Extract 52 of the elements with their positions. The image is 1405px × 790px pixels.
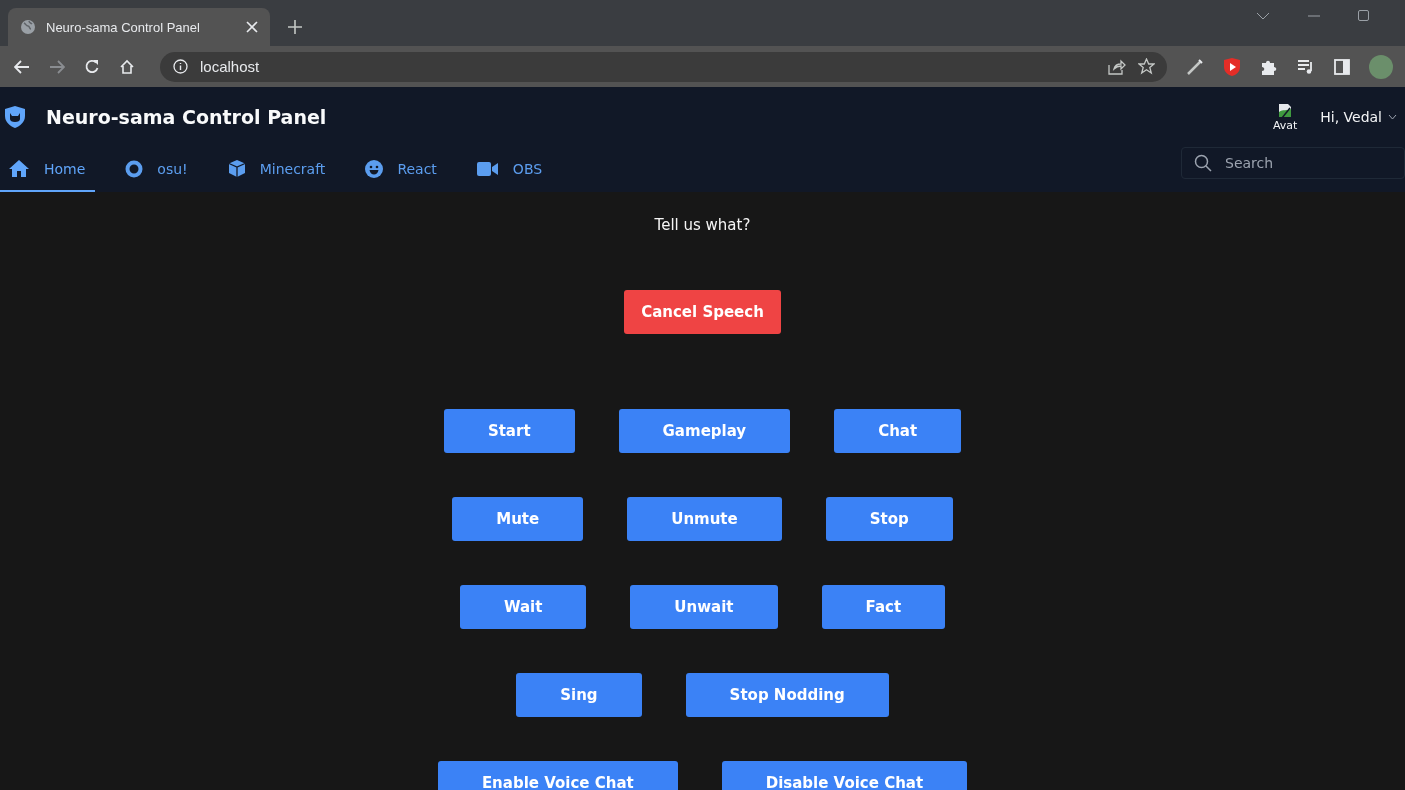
command-button[interactable]: Start: [443, 409, 575, 453]
star-icon[interactable]: [1138, 58, 1155, 75]
info-icon: [173, 59, 188, 74]
command-button[interactable]: Chat: [834, 409, 962, 453]
browser-tab[interactable]: Neuro-sama Control Panel: [8, 8, 270, 46]
command-button[interactable]: Stop Nodding: [685, 673, 889, 717]
command-button[interactable]: Disable Voice Chat: [721, 761, 968, 790]
address-bar[interactable]: localhost: [160, 51, 1167, 82]
maximize-icon[interactable]: [1358, 10, 1369, 21]
search-field[interactable]: Search: [1181, 147, 1405, 179]
command-button[interactable]: Sing: [516, 673, 642, 717]
reload-icon[interactable]: [84, 58, 100, 75]
chevron-down-icon[interactable]: [1388, 114, 1397, 120]
globe-icon: [20, 19, 36, 35]
cube-icon: [227, 159, 246, 178]
prompt-text: Tell us what?: [654, 216, 751, 234]
user-menu[interactable]: Hi, Vedal: [1320, 109, 1382, 125]
home-icon[interactable]: [119, 58, 135, 75]
nav-tab[interactable]: OBS: [468, 147, 553, 192]
command-button[interactable]: Stop: [825, 497, 953, 541]
back-icon[interactable]: [14, 59, 30, 74]
command-button[interactable]: Unwait: [630, 585, 778, 629]
play-shield-icon[interactable]: [1223, 56, 1241, 77]
command-button[interactable]: Mute: [452, 497, 584, 541]
nav-tab[interactable]: osu!: [117, 147, 198, 192]
broken-image-icon: [1277, 102, 1294, 119]
cancel-speech-button[interactable]: Cancel Speech: [624, 290, 781, 334]
command-button[interactable]: Enable Voice Chat: [437, 761, 678, 790]
side-panel-icon[interactable]: [1334, 58, 1350, 75]
command-button[interactable]: Wait: [459, 585, 587, 629]
url-text: localhost: [200, 58, 260, 75]
app-title: Neuro-sama Control Panel: [46, 106, 327, 128]
cat-shield-icon: [4, 105, 26, 129]
nav-tab[interactable]: Home: [0, 147, 96, 192]
command-button[interactable]: Fact: [821, 585, 946, 629]
new-tab-icon[interactable]: [288, 20, 302, 34]
video-camera-icon: [476, 161, 499, 176]
tab-title: Neuro-sama Control Panel: [46, 19, 201, 35]
nav-tab[interactable]: Minecraft: [219, 147, 336, 192]
target-icon: [125, 159, 144, 178]
command-button[interactable]: Gameplay: [618, 409, 791, 453]
home-icon: [8, 159, 30, 178]
smiley-icon: [365, 159, 384, 178]
nav-tab[interactable]: React: [357, 147, 447, 192]
command-button[interactable]: Unmute: [627, 497, 782, 541]
playlist-icon[interactable]: [1297, 58, 1315, 75]
close-icon[interactable]: [246, 21, 258, 33]
share-icon[interactable]: [1108, 58, 1126, 75]
pen-icon[interactable]: [1186, 57, 1204, 76]
search-icon: [1194, 154, 1212, 172]
avatar-alt-text: Avat: [1273, 118, 1298, 132]
chevron-down-icon[interactable]: [1256, 11, 1270, 20]
